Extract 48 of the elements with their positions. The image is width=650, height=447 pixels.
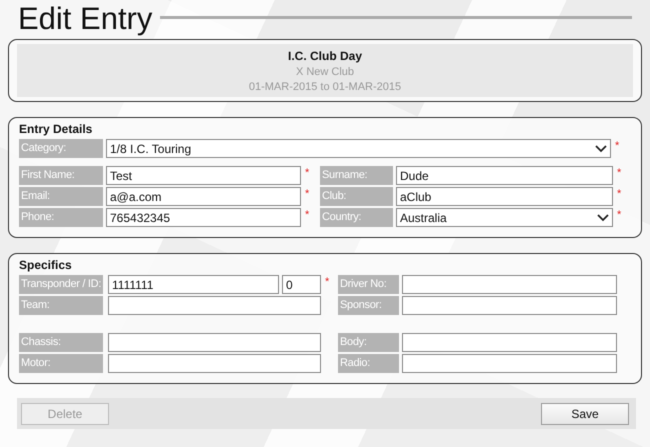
input-field[interactable]: a@a.com	[106, 187, 301, 206]
field-label: Category:	[19, 139, 103, 158]
event-dates: 01-MAR-2015 to 01-MAR-2015	[248, 80, 402, 92]
input-field[interactable]: 0	[282, 275, 321, 294]
chevron-down-icon	[595, 144, 607, 152]
input-field[interactable]	[108, 296, 321, 315]
input-field[interactable]	[402, 296, 617, 315]
field-label: Surname:	[320, 166, 393, 185]
input-field[interactable]	[108, 333, 321, 352]
field-label: Body:	[338, 333, 399, 352]
required-mark: *	[324, 275, 330, 289]
section-heading: Specifics	[19, 258, 73, 273]
required-mark: *	[616, 187, 622, 201]
save-button[interactable]: Save	[541, 402, 629, 424]
input-field[interactable]	[402, 333, 617, 352]
field-label: Email:	[19, 187, 103, 206]
field-label: Club:	[320, 187, 393, 206]
required-mark: *	[304, 187, 310, 201]
event-name: I.C. Club Day	[288, 48, 362, 62]
dropdown[interactable]: Australia	[396, 208, 613, 227]
required-mark: *	[304, 208, 310, 222]
required-mark: *	[304, 166, 310, 180]
section-heading: Entry Details	[19, 122, 94, 137]
input-field[interactable]: Test	[106, 166, 301, 185]
input-field[interactable]	[402, 354, 617, 373]
required-mark: *	[616, 208, 622, 222]
field-label: Driver No:	[338, 275, 399, 294]
input-field[interactable]: aClub	[396, 187, 613, 206]
field-label: Sponsor:	[338, 296, 399, 315]
required-mark: *	[616, 166, 622, 180]
chevron-down-icon	[597, 214, 609, 222]
field-label: Country:	[320, 208, 393, 227]
dropdown[interactable]: 1/8 I.C. Touring	[106, 139, 611, 158]
field-label: Radio:	[338, 354, 399, 373]
input-field[interactable]: 765432345	[106, 208, 301, 227]
input-field[interactable]	[402, 275, 617, 294]
input-field[interactable]	[108, 354, 321, 373]
field-label: Transponder / ID:	[19, 275, 103, 294]
field-label: Team:	[19, 296, 103, 315]
field-label: Phone:	[19, 208, 103, 227]
required-mark: *	[614, 139, 620, 153]
field-label: First Name:	[19, 166, 103, 185]
input-field[interactable]: Dude	[396, 166, 613, 185]
club-name: X New Club	[296, 66, 354, 78]
field-label: Chassis:	[19, 333, 103, 352]
field-label: Motor:	[19, 354, 103, 373]
page-title: Edit Entry	[18, 1, 152, 37]
input-field[interactable]: 1111111	[108, 275, 279, 294]
